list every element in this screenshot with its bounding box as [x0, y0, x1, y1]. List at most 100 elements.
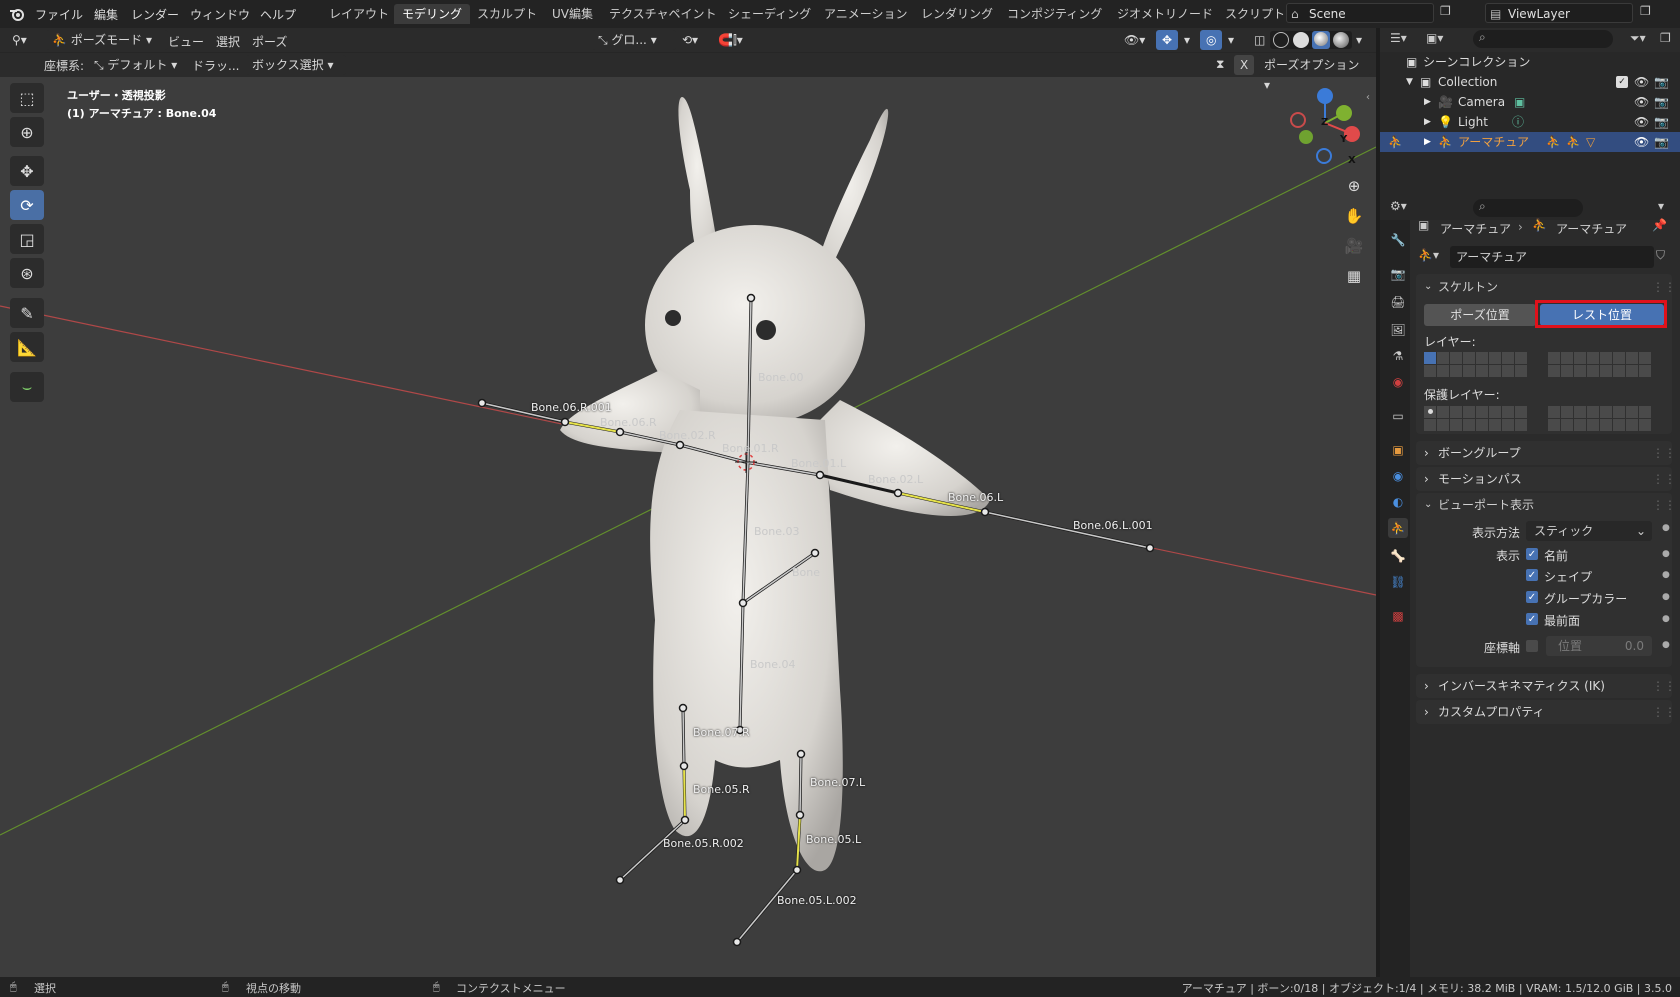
tool-rotate[interactable]: ⟳	[10, 190, 44, 220]
menu-render[interactable]: レンダー	[131, 6, 179, 23]
drag-handle-icon[interactable]: ⋮⋮	[1652, 493, 1676, 517]
rendered-shading-icon[interactable]	[1333, 32, 1349, 48]
view-layer-selector[interactable]: ▤ ViewLayer	[1485, 3, 1633, 23]
output-tab-icon[interactable]: 🖨	[1388, 292, 1408, 312]
sidebar-toggle-icon[interactable]: ‹	[1366, 92, 1370, 103]
render-camera-icon[interactable]: 📷	[1654, 72, 1669, 92]
new-scene-icon[interactable]: ❐	[1440, 4, 1451, 18]
skeleton-header[interactable]: ⌄ スケルトン ⋮⋮	[1416, 276, 1676, 298]
render-camera-icon[interactable]: 📷	[1654, 92, 1669, 112]
tab-texture-paint[interactable]: テクスチャペイント	[601, 4, 725, 24]
armature-data-tab-icon[interactable]: ⛹	[1388, 518, 1408, 538]
expand-icon[interactable]: ▶	[1424, 112, 1431, 132]
layers-grid-right[interactable]	[1548, 352, 1651, 377]
outliner-item-camera[interactable]: ▶ 🎥 Camera ▣ 👁 📷	[1380, 92, 1680, 112]
modifier-tab-icon[interactable]: ◉	[1388, 466, 1408, 486]
pose-position-button[interactable]: ポーズ位置	[1424, 304, 1536, 326]
properties-editor-icon[interactable]: ⚙▾	[1390, 199, 1407, 213]
options-dropdown-icon[interactable]: ▾	[1658, 199, 1664, 213]
menu-file[interactable]: ファイル	[35, 6, 83, 23]
gizmo-x-label[interactable]: X	[1348, 155, 1356, 166]
axes-checkbox[interactable]	[1526, 640, 1538, 652]
eye-icon[interactable]: 👁	[1634, 132, 1649, 152]
bone-constraint-tab-icon[interactable]: ⛓	[1388, 572, 1408, 592]
expand-icon[interactable]: ▶	[1424, 132, 1431, 152]
animate-dot-icon[interactable]: ●	[1662, 640, 1670, 650]
blender-logo-icon[interactable]	[8, 5, 26, 23]
wireframe-shading-icon[interactable]	[1273, 32, 1289, 48]
drag-handle-icon[interactable]: ⋮⋮	[1652, 674, 1676, 698]
drag-handle-icon[interactable]: ⋮⋮	[1652, 700, 1676, 724]
outliner-scene-collection[interactable]: ▣ シーンコレクション	[1380, 52, 1680, 72]
perspective-toggle-button[interactable]: ▦	[1340, 262, 1368, 290]
animate-dot-icon[interactable]: ●	[1662, 614, 1670, 624]
bone-tab-icon[interactable]: 🦴	[1388, 546, 1408, 566]
new-collection-icon[interactable]: ❐	[1660, 31, 1671, 45]
drag-dropdown[interactable]: ボックス選択 ▾	[246, 55, 346, 75]
overlay-toggle[interactable]: ◎	[1200, 30, 1223, 50]
exclude-checkbox[interactable]: ✓	[1616, 76, 1628, 88]
tab-scripting[interactable]: スクリプト	[1217, 4, 1293, 24]
bone-groups-panel-header[interactable]: › ボーングループ ⋮⋮	[1416, 441, 1676, 465]
tab-geometry-nodes[interactable]: ジオメトリノード	[1109, 4, 1221, 24]
render-tab-icon[interactable]: 📷	[1388, 264, 1408, 284]
tab-rendering[interactable]: レンダリング	[913, 4, 1001, 24]
new-view-layer-icon[interactable]: ❐	[1640, 4, 1651, 18]
tool-scale[interactable]: ◲	[10, 224, 44, 254]
layers-grid-left[interactable]	[1424, 352, 1527, 377]
scene-tab-icon[interactable]: ⚗	[1388, 346, 1408, 366]
outliner-collection[interactable]: ▼ ▣ Collection ✓ 👁 📷	[1380, 72, 1680, 92]
armature-name-field[interactable]: アーマチュア	[1450, 246, 1654, 268]
animate-dot-icon[interactable]: ●	[1662, 549, 1670, 559]
tab-layout[interactable]: レイアウト	[321, 4, 397, 24]
properties-search-input[interactable]: ⌕	[1473, 199, 1583, 217]
drag-handle-icon[interactable]: ⋮⋮	[1652, 276, 1676, 298]
expand-icon[interactable]: ▼	[1406, 72, 1413, 92]
animate-dot-icon[interactable]: ●	[1662, 592, 1670, 602]
object-tab-icon[interactable]: ▣	[1388, 440, 1408, 460]
physics-tab-icon[interactable]: ◐	[1388, 492, 1408, 512]
pin-icon[interactable]: 📌	[1652, 218, 1667, 232]
shapes-checkbox[interactable]: ✓	[1526, 569, 1538, 581]
mode-dropdown[interactable]: ⛹ ポーズモード ▾	[46, 30, 168, 50]
viewport-display-header[interactable]: ⌄ ビューポート表示 ⋮⋮	[1416, 493, 1676, 517]
visibility-dropdown[interactable]: 👁▾	[1118, 30, 1151, 50]
menu-help[interactable]: ヘルプ	[260, 6, 296, 23]
shading-dropdown-icon[interactable]: ▾	[1356, 33, 1362, 47]
tab-compositing[interactable]: コンポジティング	[999, 4, 1110, 24]
motion-paths-panel-header[interactable]: › モーションパス ⋮⋮	[1416, 467, 1676, 491]
in-front-checkbox[interactable]: ✓	[1526, 613, 1538, 625]
zoom-button[interactable]: ⊕	[1340, 172, 1368, 200]
collection-tab-icon[interactable]: ▭	[1388, 406, 1408, 426]
tool-measure[interactable]: 📐	[10, 332, 44, 362]
tab-sculpt[interactable]: スカルプト	[469, 4, 545, 24]
outliner-item-light[interactable]: ▶ 💡 Light ⓘ 👁 📷	[1380, 112, 1680, 132]
axes-position-field[interactable]: 位置 0.0	[1546, 636, 1652, 656]
custom-properties-panel-header[interactable]: › カスタムプロパティ ⋮⋮	[1416, 700, 1676, 724]
protected-layers-grid-left[interactable]	[1424, 406, 1527, 431]
tool-pose-relax[interactable]: ⌣	[10, 372, 44, 402]
tool-move[interactable]: ✥	[10, 156, 44, 186]
editor-type-dropdown[interactable]: ⚲▾	[6, 30, 33, 50]
menu-window[interactable]: ウィンドウ	[190, 6, 250, 23]
datablock-type-icon[interactable]: ⛹▾	[1418, 248, 1439, 262]
world-tab-icon[interactable]: ◉	[1388, 372, 1408, 392]
animate-dot-icon[interactable]: ●	[1662, 523, 1670, 533]
render-camera-icon[interactable]: 📷	[1654, 132, 1669, 152]
display-mode-icon[interactable]: ▣▾	[1426, 31, 1443, 45]
gizmo-toggle[interactable]: ✥	[1156, 30, 1179, 50]
menu-pose[interactable]: ポーズ	[252, 33, 287, 50]
outliner-editor-icon[interactable]: ☰▾	[1390, 31, 1407, 45]
eye-icon[interactable]: 👁	[1634, 92, 1649, 112]
drag-handle-icon[interactable]: ⋮⋮	[1652, 467, 1676, 491]
gizmo-dropdown[interactable]: ▾	[1178, 30, 1196, 50]
overlay-dropdown[interactable]: ▾	[1222, 30, 1240, 50]
tool-annotate[interactable]: ✎	[10, 298, 44, 328]
menu-view[interactable]: ビュー	[168, 33, 204, 50]
view-layer-tab-icon[interactable]: 🖼	[1388, 320, 1408, 340]
tab-modeling[interactable]: モデリング	[394, 4, 471, 24]
xray-toggle[interactable]: ◫	[1248, 30, 1271, 50]
protected-layers-grid-right[interactable]	[1548, 406, 1651, 431]
mirror-icon[interactable]: ⧗	[1216, 57, 1224, 72]
names-checkbox[interactable]: ✓	[1526, 548, 1538, 560]
